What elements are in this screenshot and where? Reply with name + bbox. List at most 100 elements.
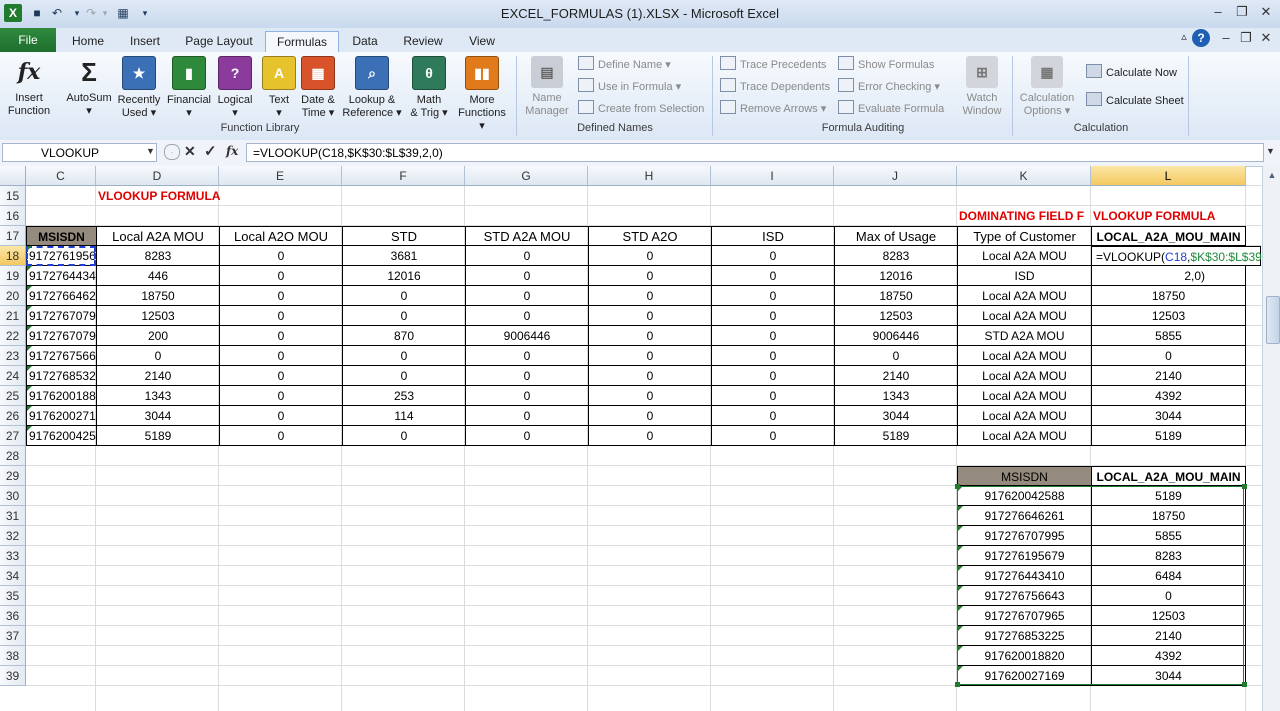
vlookup-formula-title[interactable]: VLOOKUP FORMULA bbox=[96, 186, 336, 206]
data-cell[interactable]: Local A2A MOU bbox=[957, 426, 1091, 446]
data-cell[interactable]: 0 bbox=[711, 426, 834, 446]
data-cell[interactable]: 9006446 bbox=[834, 326, 957, 346]
calculate-sheet-button[interactable]: Calculate Sheet bbox=[1086, 92, 1184, 110]
data-cell[interactable]: 12503 bbox=[1091, 306, 1246, 326]
data-cell[interactable]: 0 bbox=[711, 246, 834, 266]
tab-review[interactable]: Review bbox=[400, 31, 446, 52]
data-cell[interactable]: 114 bbox=[342, 406, 465, 426]
tab-file[interactable]: File bbox=[0, 28, 56, 52]
financial-button[interactable]: ▮ Financial ▾ bbox=[164, 56, 214, 120]
row-header-24[interactable]: 24 bbox=[0, 366, 26, 386]
recently-button[interactable]: ★ Recently Used ▾ bbox=[114, 56, 164, 120]
data-cell[interactable]: 3681 bbox=[342, 246, 465, 266]
data-cell[interactable]: 0 bbox=[465, 266, 588, 286]
data-cell[interactable]: ISD bbox=[957, 266, 1091, 286]
row-header-31[interactable]: 31 bbox=[0, 506, 26, 526]
data-cell[interactable]: 0 bbox=[588, 406, 711, 426]
data-cell[interactable]: 0 bbox=[465, 346, 588, 366]
select-all-corner[interactable] bbox=[0, 166, 26, 186]
data-cell[interactable]: 8283 bbox=[834, 246, 957, 266]
calculation-options-button[interactable]: ▦ Calculation Options ▾ bbox=[1016, 56, 1078, 118]
lookup-cell[interactable]: 917276707995 bbox=[957, 526, 1091, 546]
data-cell[interactable]: 8283 bbox=[96, 246, 219, 266]
row-header-26[interactable]: 26 bbox=[0, 406, 26, 426]
data-cell[interactable]: 9172764434 bbox=[26, 266, 96, 286]
data-cell[interactable]: 200 bbox=[96, 326, 219, 346]
data-cell[interactable]: 9176200271 bbox=[26, 406, 96, 426]
data-cell[interactable]: 3044 bbox=[1091, 406, 1246, 426]
data-cell[interactable]: 0 bbox=[219, 386, 342, 406]
row-header-38[interactable]: 38 bbox=[0, 646, 26, 666]
data-cell[interactable]: 12016 bbox=[342, 266, 465, 286]
data-cell[interactable]: 0 bbox=[465, 426, 588, 446]
data-cell[interactable]: 9172767079 bbox=[26, 326, 96, 346]
data-cell[interactable]: 2140 bbox=[834, 366, 957, 386]
data-cell[interactable]: 12016 bbox=[834, 266, 957, 286]
data-cell[interactable]: 446 bbox=[96, 266, 219, 286]
data-cell[interactable]: 0 bbox=[711, 286, 834, 306]
header-cell[interactable]: ISD bbox=[711, 226, 834, 246]
tab-page-layout[interactable]: Page Layout bbox=[184, 31, 254, 52]
column-header-h[interactable]: H bbox=[588, 166, 711, 186]
vlookup-formula-title-l[interactable]: VLOOKUP FORMULA bbox=[1091, 206, 1246, 226]
data-cell[interactable]: 0 bbox=[465, 386, 588, 406]
data-cell[interactable]: Local A2A MOU bbox=[957, 346, 1091, 366]
data-cell[interactable]: 0 bbox=[588, 286, 711, 306]
data-cell[interactable]: 0 bbox=[342, 286, 465, 306]
formula-bar-expand-dropdown-icon[interactable]: ▼ bbox=[1266, 146, 1275, 156]
data-cell[interactable]: 0 bbox=[588, 266, 711, 286]
row-header-27[interactable]: 27 bbox=[0, 426, 26, 446]
data-cell[interactable]: 253 bbox=[342, 386, 465, 406]
data-cell[interactable]: 3044 bbox=[834, 406, 957, 426]
data-cell[interactable]: 5855 bbox=[1091, 326, 1246, 346]
name-manager-button[interactable]: ▤ Name Manager bbox=[522, 56, 572, 118]
data-cell[interactable]: 0 bbox=[219, 346, 342, 366]
column-header-e[interactable]: E bbox=[219, 166, 342, 186]
data-cell[interactable]: 9006446 bbox=[465, 326, 588, 346]
header-cell[interactable]: STD A2A MOU bbox=[465, 226, 588, 246]
name-box-dropdown-icon[interactable]: ▼ bbox=[146, 146, 155, 156]
show-formulas-button[interactable]: Show Formulas bbox=[838, 56, 934, 74]
row-header-32[interactable]: 32 bbox=[0, 526, 26, 546]
lookup-button[interactable]: ⌕ Lookup & Reference ▾ bbox=[340, 56, 404, 120]
scroll-thumb[interactable] bbox=[1266, 296, 1280, 344]
restore-icon[interactable]: ❐ bbox=[1230, 4, 1254, 22]
data-cell[interactable]: 0 bbox=[711, 406, 834, 426]
header-cell[interactable]: Local A2A MOU bbox=[96, 226, 219, 246]
data-cell[interactable]: 5189 bbox=[834, 426, 957, 446]
vertical-scrollbar[interactable]: ▲ bbox=[1262, 166, 1280, 711]
data-cell[interactable]: 0 bbox=[588, 346, 711, 366]
data-cell[interactable]: 9172767566 bbox=[26, 346, 96, 366]
lookup-cell[interactable]: 5855 bbox=[1091, 526, 1246, 546]
lookup-cell[interactable]: 5189 bbox=[1091, 486, 1246, 506]
data-cell[interactable]: 0 bbox=[1091, 346, 1246, 366]
lookup-cell[interactable]: 917276195679 bbox=[957, 546, 1091, 566]
row-header-23[interactable]: 23 bbox=[0, 346, 26, 366]
data-cell[interactable]: 0 bbox=[588, 246, 711, 266]
data-cell[interactable]: Local A2A MOU bbox=[957, 386, 1091, 406]
formula-input[interactable]: =VLOOKUP(C18,$K$30:$L$39,2,0) bbox=[246, 143, 1264, 162]
data-cell[interactable]: 5189 bbox=[96, 426, 219, 446]
remove-arrows-button[interactable]: Remove Arrows ▾ bbox=[720, 100, 826, 118]
dominating-field-title[interactable]: DOMINATING FIELD F bbox=[957, 206, 1091, 226]
data-cell[interactable]: 0 bbox=[711, 386, 834, 406]
data-cell[interactable]: 0 bbox=[219, 246, 342, 266]
header-cell[interactable]: Type of Customer bbox=[957, 226, 1091, 246]
column-header-f[interactable]: F bbox=[342, 166, 465, 186]
row-header-16[interactable]: 16 bbox=[0, 206, 26, 226]
tab-view[interactable]: View bbox=[464, 31, 500, 52]
header-cell[interactable]: MSISDN bbox=[26, 226, 96, 246]
lookup-cell[interactable]: 917276646261 bbox=[957, 506, 1091, 526]
column-header-l[interactable]: L bbox=[1091, 166, 1246, 186]
row-header-35[interactable]: 35 bbox=[0, 586, 26, 606]
name-box[interactable]: VLOOKUP bbox=[2, 143, 157, 162]
close-icon[interactable]: ✕ bbox=[1254, 4, 1278, 22]
column-header-i[interactable]: I bbox=[711, 166, 834, 186]
tab-insert[interactable]: Insert bbox=[126, 31, 164, 52]
insert-function-button[interactable]: fx Insert Function bbox=[4, 56, 54, 118]
lookup-header-cell[interactable]: MSISDN bbox=[957, 466, 1091, 486]
header-cell[interactable]: LOCAL_A2A_MOU_MAIN bbox=[1091, 226, 1246, 246]
data-cell[interactable]: 3044 bbox=[96, 406, 219, 426]
data-cell[interactable]: 9176200425 bbox=[26, 426, 96, 446]
data-cell[interactable]: 9172768532 bbox=[26, 366, 96, 386]
